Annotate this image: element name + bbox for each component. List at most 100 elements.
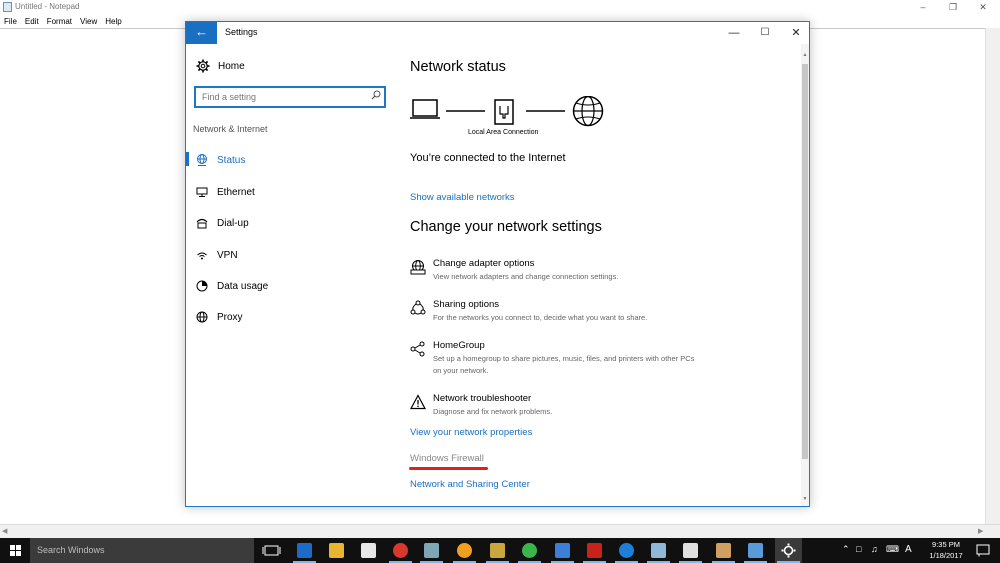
sidebar-item-proxy[interactable]: Proxy (186, 307, 386, 327)
connection-name: Local Area Connection (468, 129, 539, 136)
edge-icon (297, 543, 312, 558)
menu-file[interactable]: File (0, 15, 21, 28)
settings-title: Settings (225, 27, 258, 37)
computer-icon (410, 99, 440, 119)
show-available-networks-link[interactable]: Show available networks (410, 192, 515, 203)
notepad-horizontal-scrollbar[interactable]: ◀ ▶ (0, 524, 1000, 538)
app-icon (522, 543, 537, 558)
back-arrow-icon: ← (195, 24, 208, 39)
ethernet-port-icon (494, 99, 514, 125)
notepad-maximize-button[interactable]: ❐ (947, 1, 959, 13)
sidebar-item-data-usage[interactable]: Data usage (186, 276, 386, 296)
sidebar-item-ethernet[interactable]: Ethernet (186, 182, 386, 202)
notepad-title: Untitled - Notepad (15, 2, 80, 11)
settings-close-button[interactable]: ✕ (788, 25, 804, 41)
search-box[interactable] (194, 86, 386, 108)
language-tray-icon[interactable]: ⌨ (886, 544, 899, 555)
menu-help[interactable]: Help (101, 15, 125, 28)
settings-titlebar: ← Settings — ☐ ✕ (186, 22, 809, 44)
taskbar-app-5[interactable] (418, 538, 445, 563)
search-icon[interactable] (369, 90, 383, 104)
taskbar-app-15[interactable] (742, 538, 769, 563)
vpn-icon (195, 248, 209, 262)
back-button[interactable]: ← (186, 22, 217, 44)
taskbar-explorer[interactable] (323, 538, 350, 563)
app-icon (683, 543, 698, 558)
view-network-properties-link[interactable]: View your network properties (410, 427, 532, 438)
taskbar-app-13[interactable] (677, 538, 704, 563)
sidebar-home[interactable]: Home (196, 59, 245, 73)
taskbar-edge[interactable] (291, 538, 318, 563)
volume-tray-icon[interactable]: ♫ (871, 544, 878, 554)
ime-indicator[interactable]: A (905, 544, 912, 555)
sidebar-item-label: Dial-up (217, 217, 249, 229)
taskbar-app-7[interactable] (484, 538, 511, 563)
gear-icon (781, 543, 796, 558)
scroll-right-icon[interactable]: ▶ (978, 527, 983, 535)
option-description: Diagnose and fix network problems. (433, 407, 553, 416)
teamviewer-icon (619, 543, 634, 558)
notepad-minimize-button[interactable]: – (917, 1, 929, 13)
sidebar-item-label: Ethernet (217, 186, 255, 198)
ethernet-icon (195, 185, 209, 199)
menu-format[interactable]: Format (43, 15, 76, 28)
taskbar-settings[interactable] (775, 538, 802, 563)
scroll-left-icon[interactable]: ◀ (2, 527, 7, 535)
taskbar-app-8[interactable] (516, 538, 543, 563)
notepad-vertical-scrollbar[interactable] (985, 28, 1000, 524)
notifications-icon[interactable] (976, 544, 990, 557)
show-hidden-icons-icon[interactable]: ⌃ (842, 544, 850, 555)
taskbar-app-12[interactable] (645, 538, 672, 563)
dialup-icon (195, 216, 209, 230)
internet-globe-icon (572, 96, 604, 127)
settings-vertical-scrollbar[interactable]: ▲ ▼ (801, 44, 809, 506)
menu-view[interactable]: View (76, 15, 101, 28)
home-label: Home (218, 60, 245, 72)
sidebar-item-label: VPN (217, 249, 238, 261)
warning-icon (409, 394, 427, 410)
taskbar-store[interactable] (355, 538, 382, 563)
app-icon (490, 543, 505, 558)
page-title: Network status (410, 59, 506, 75)
windows-firewall-link[interactable]: Windows Firewall (410, 453, 484, 464)
sidebar-item-dialup[interactable]: Dial-up (186, 213, 386, 233)
sidebar-item-status[interactable]: Status (186, 150, 386, 170)
adapter-icon (410, 259, 426, 275)
sidebar-item-vpn[interactable]: VPN (186, 245, 386, 265)
taskbar: Search Windows ⌃ □ ♫ ⌨ A 9:35 PM 1/18/20… (0, 538, 1000, 563)
app-icon (651, 543, 666, 558)
notepad-close-button[interactable]: ✕ (977, 1, 989, 13)
taskbar-teamviewer[interactable] (613, 538, 640, 563)
clock-time[interactable]: 9:35 PM (924, 540, 968, 549)
option-description: Set up a homegroup to share pictures, mu… (433, 354, 695, 375)
settings-maximize-button[interactable]: ☐ (757, 25, 773, 41)
notepad-icon (3, 2, 12, 12)
sidebar-item-label: Data usage (217, 280, 269, 292)
taskbar-search-box[interactable]: Search Windows (30, 538, 254, 563)
option-title: HomeGroup (433, 340, 485, 351)
network-tray-icon[interactable]: □ (856, 544, 861, 554)
taskbar-app-6[interactable] (451, 538, 478, 563)
scroll-down-icon[interactable]: ▼ (801, 496, 809, 502)
taskbar-app-9[interactable] (549, 538, 576, 563)
taskbar-chrome[interactable] (387, 538, 414, 563)
app-icon (716, 543, 731, 558)
taskbar-filezilla[interactable] (581, 538, 608, 563)
task-view-icon (262, 545, 281, 556)
task-view-button[interactable] (258, 538, 285, 563)
globe-icon (195, 153, 209, 167)
clock-date[interactable]: 1/18/2017 (924, 551, 968, 560)
notepad-titlebar: Untitled - Notepad – ❐ ✕ (0, 0, 1000, 15)
gear-icon (196, 59, 210, 73)
connection-status-text: You’re connected to the Internet (410, 152, 566, 164)
settings-minimize-button[interactable]: — (726, 25, 742, 41)
scrollbar-thumb[interactable] (802, 64, 808, 459)
start-button[interactable] (0, 538, 30, 563)
menu-edit[interactable]: Edit (21, 15, 43, 28)
app-icon (424, 543, 439, 558)
taskbar-app-14[interactable] (710, 538, 737, 563)
network-sharing-center-link[interactable]: Network and Sharing Center (410, 479, 530, 490)
scroll-up-icon[interactable]: ▲ (801, 52, 809, 58)
find-setting-input[interactable] (196, 88, 366, 106)
chrome-icon (393, 543, 408, 558)
